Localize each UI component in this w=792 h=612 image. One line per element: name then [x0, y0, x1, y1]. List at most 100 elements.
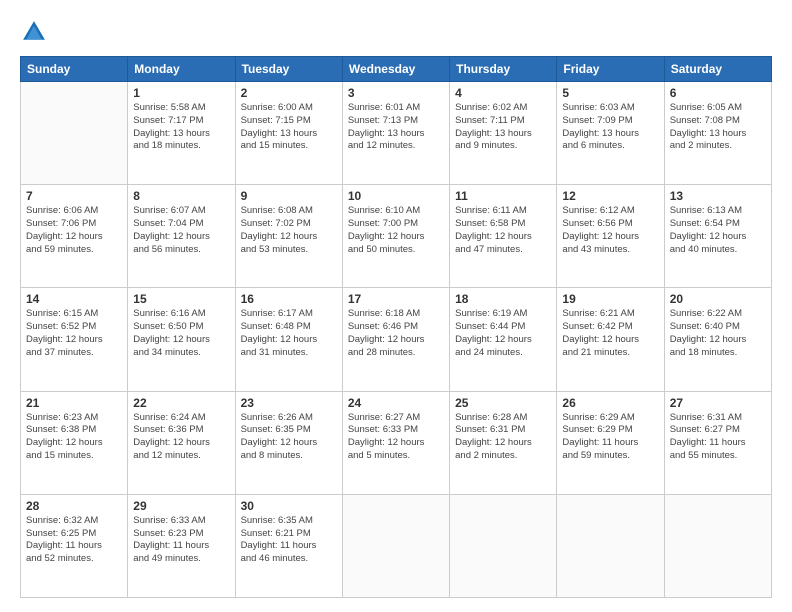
day-info: Sunrise: 6:15 AM Sunset: 6:52 PM Dayligh… — [26, 308, 122, 359]
day-number: 25 — [455, 396, 551, 410]
calendar-header-row: SundayMondayTuesdayWednesdayThursdayFrid… — [21, 57, 772, 82]
calendar-cell: 26 Sunrise: 6:29 AM Sunset: 6:29 PM Dayli… — [557, 391, 664, 494]
calendar-cell: 16 Sunrise: 6:17 AM Sunset: 6:48 PM Dayli… — [235, 288, 342, 391]
day-info: Sunrise: 6:32 AM Sunset: 6:25 PM Dayligh… — [26, 515, 122, 566]
day-info: Sunrise: 6:35 AM Sunset: 6:21 PM Dayligh… — [241, 515, 337, 566]
calendar-cell — [664, 494, 771, 597]
day-number: 28 — [26, 499, 122, 513]
logo — [20, 18, 52, 46]
calendar-cell: 1 Sunrise: 5:58 AM Sunset: 7:17 PM Daylig… — [128, 82, 235, 185]
calendar-cell: 11Sunrise: 6:11 AM Sunset: 6:58 PM Dayli… — [450, 185, 557, 288]
day-number: 4 — [455, 86, 551, 100]
day-info: Sunrise: 6:19 AM Sunset: 6:44 PM Dayligh… — [455, 308, 551, 359]
calendar-cell: 4Sunrise: 6:02 AM Sunset: 7:11 PM Daylig… — [450, 82, 557, 185]
calendar-cell: 18 Sunrise: 6:19 AM Sunset: 6:44 PM Dayli… — [450, 288, 557, 391]
calendar-cell: 21 Sunrise: 6:23 AM Sunset: 6:38 PM Dayli… — [21, 391, 128, 494]
day-info: Sunrise: 6:28 AM Sunset: 6:31 PM Dayligh… — [455, 412, 551, 463]
calendar-cell: 2 Sunrise: 6:00 AM Sunset: 7:15 PM Daylig… — [235, 82, 342, 185]
calendar-cell — [21, 82, 128, 185]
day-info: Sunrise: 6:07 AM Sunset: 7:04 PM Dayligh… — [133, 205, 229, 256]
day-number: 21 — [26, 396, 122, 410]
day-info: Sunrise: 6:24 AM Sunset: 6:36 PM Dayligh… — [133, 412, 229, 463]
calendar-cell: 20 Sunrise: 6:22 AM Sunset: 6:40 PM Dayli… — [664, 288, 771, 391]
day-info: Sunrise: 6:21 AM Sunset: 6:42 PM Dayligh… — [562, 308, 658, 359]
day-number: 16 — [241, 292, 337, 306]
calendar-cell: 17 Sunrise: 6:18 AM Sunset: 6:46 PM Dayli… — [342, 288, 449, 391]
day-info: Sunrise: 6:05 AM Sunset: 7:08 PM Dayligh… — [670, 102, 766, 153]
day-header-sunday: Sunday — [21, 57, 128, 82]
calendar-cell: 24 Sunrise: 6:27 AM Sunset: 6:33 PM Dayli… — [342, 391, 449, 494]
day-info: Sunrise: 6:03 AM Sunset: 7:09 PM Dayligh… — [562, 102, 658, 153]
calendar-cell: 5 Sunrise: 6:03 AM Sunset: 7:09 PM Daylig… — [557, 82, 664, 185]
calendar-cell: 10 Sunrise: 6:10 AM Sunset: 7:00 PM Dayli… — [342, 185, 449, 288]
day-info: Sunrise: 6:17 AM Sunset: 6:48 PM Dayligh… — [241, 308, 337, 359]
day-number: 9 — [241, 189, 337, 203]
calendar-week-row: 7 Sunrise: 6:06 AM Sunset: 7:06 PM Daylig… — [21, 185, 772, 288]
day-number: 17 — [348, 292, 444, 306]
calendar-cell: 25 Sunrise: 6:28 AM Sunset: 6:31 PM Dayli… — [450, 391, 557, 494]
day-info: Sunrise: 6:11 AM Sunset: 6:58 PM Dayligh… — [455, 205, 551, 256]
day-number: 12 — [562, 189, 658, 203]
day-number: 2 — [241, 86, 337, 100]
calendar-cell: 15 Sunrise: 6:16 AM Sunset: 6:50 PM Dayli… — [128, 288, 235, 391]
calendar-cell: 9Sunrise: 6:08 AM Sunset: 7:02 PM Daylig… — [235, 185, 342, 288]
calendar-week-row: 21 Sunrise: 6:23 AM Sunset: 6:38 PM Dayli… — [21, 391, 772, 494]
day-info: Sunrise: 6:13 AM Sunset: 6:54 PM Dayligh… — [670, 205, 766, 256]
calendar-cell — [450, 494, 557, 597]
day-number: 26 — [562, 396, 658, 410]
calendar-cell: 6 Sunrise: 6:05 AM Sunset: 7:08 PM Daylig… — [664, 82, 771, 185]
calendar-cell: 13Sunrise: 6:13 AM Sunset: 6:54 PM Dayli… — [664, 185, 771, 288]
day-info: Sunrise: 6:01 AM Sunset: 7:13 PM Dayligh… — [348, 102, 444, 153]
header — [20, 18, 772, 46]
calendar-week-row: 14 Sunrise: 6:15 AM Sunset: 6:52 PM Dayli… — [21, 288, 772, 391]
day-info: Sunrise: 6:06 AM Sunset: 7:06 PM Dayligh… — [26, 205, 122, 256]
day-number: 27 — [670, 396, 766, 410]
calendar-cell: 8 Sunrise: 6:07 AM Sunset: 7:04 PM Daylig… — [128, 185, 235, 288]
day-header-thursday: Thursday — [450, 57, 557, 82]
day-header-saturday: Saturday — [664, 57, 771, 82]
calendar-cell: 30 Sunrise: 6:35 AM Sunset: 6:21 PM Dayli… — [235, 494, 342, 597]
calendar-week-row: 1 Sunrise: 5:58 AM Sunset: 7:17 PM Daylig… — [21, 82, 772, 185]
day-number: 7 — [26, 189, 122, 203]
day-number: 15 — [133, 292, 229, 306]
logo-icon — [20, 18, 48, 46]
day-number: 1 — [133, 86, 229, 100]
day-number: 20 — [670, 292, 766, 306]
day-info: Sunrise: 6:23 AM Sunset: 6:38 PM Dayligh… — [26, 412, 122, 463]
day-header-wednesday: Wednesday — [342, 57, 449, 82]
calendar-cell — [342, 494, 449, 597]
day-info: Sunrise: 6:26 AM Sunset: 6:35 PM Dayligh… — [241, 412, 337, 463]
day-info: Sunrise: 6:27 AM Sunset: 6:33 PM Dayligh… — [348, 412, 444, 463]
day-info: Sunrise: 6:16 AM Sunset: 6:50 PM Dayligh… — [133, 308, 229, 359]
calendar-cell: 7 Sunrise: 6:06 AM Sunset: 7:06 PM Daylig… — [21, 185, 128, 288]
calendar-cell: 3 Sunrise: 6:01 AM Sunset: 7:13 PM Daylig… — [342, 82, 449, 185]
day-number: 30 — [241, 499, 337, 513]
day-number: 5 — [562, 86, 658, 100]
day-number: 8 — [133, 189, 229, 203]
day-number: 3 — [348, 86, 444, 100]
calendar-cell: 28 Sunrise: 6:32 AM Sunset: 6:25 PM Dayli… — [21, 494, 128, 597]
day-number: 22 — [133, 396, 229, 410]
day-number: 24 — [348, 396, 444, 410]
calendar-cell: 14 Sunrise: 6:15 AM Sunset: 6:52 PM Dayli… — [21, 288, 128, 391]
day-number: 18 — [455, 292, 551, 306]
calendar-cell: 19 Sunrise: 6:21 AM Sunset: 6:42 PM Dayli… — [557, 288, 664, 391]
day-info: Sunrise: 5:58 AM Sunset: 7:17 PM Dayligh… — [133, 102, 229, 153]
day-info: Sunrise: 6:31 AM Sunset: 6:27 PM Dayligh… — [670, 412, 766, 463]
calendar-table: SundayMondayTuesdayWednesdayThursdayFrid… — [20, 56, 772, 598]
calendar-cell: 12Sunrise: 6:12 AM Sunset: 6:56 PM Dayli… — [557, 185, 664, 288]
day-info: Sunrise: 6:22 AM Sunset: 6:40 PM Dayligh… — [670, 308, 766, 359]
day-number: 14 — [26, 292, 122, 306]
day-info: Sunrise: 6:18 AM Sunset: 6:46 PM Dayligh… — [348, 308, 444, 359]
day-number: 10 — [348, 189, 444, 203]
day-info: Sunrise: 6:00 AM Sunset: 7:15 PM Dayligh… — [241, 102, 337, 153]
day-header-tuesday: Tuesday — [235, 57, 342, 82]
day-info: Sunrise: 6:10 AM Sunset: 7:00 PM Dayligh… — [348, 205, 444, 256]
calendar-cell: 23Sunrise: 6:26 AM Sunset: 6:35 PM Dayli… — [235, 391, 342, 494]
day-number: 19 — [562, 292, 658, 306]
day-info: Sunrise: 6:33 AM Sunset: 6:23 PM Dayligh… — [133, 515, 229, 566]
day-header-monday: Monday — [128, 57, 235, 82]
day-number: 6 — [670, 86, 766, 100]
calendar-week-row: 28 Sunrise: 6:32 AM Sunset: 6:25 PM Dayli… — [21, 494, 772, 597]
day-info: Sunrise: 6:29 AM Sunset: 6:29 PM Dayligh… — [562, 412, 658, 463]
